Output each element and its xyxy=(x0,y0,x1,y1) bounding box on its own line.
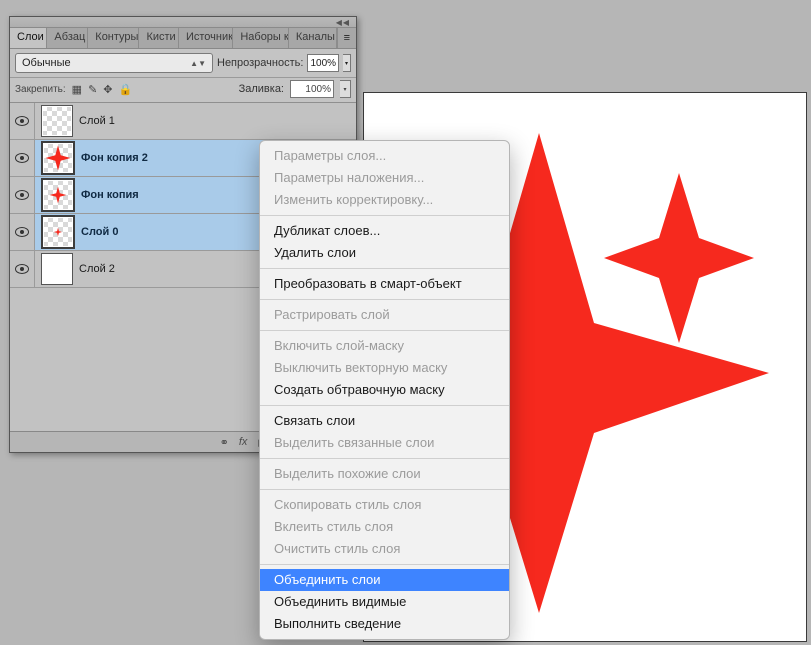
tab-источник[interactable]: Источник xyxy=(179,28,233,48)
opacity-flyout-icon[interactable]: ▾ xyxy=(343,54,351,72)
layer-thumbnail[interactable] xyxy=(41,178,75,212)
menu-separator xyxy=(260,564,509,565)
menu-item: Очистить стиль слоя xyxy=(260,538,509,560)
layer-thumbnail[interactable] xyxy=(41,215,75,249)
fill-label: Заливка: xyxy=(239,83,284,95)
visibility-toggle[interactable] xyxy=(10,251,35,287)
tab-контуры[interactable]: Контуры xyxy=(88,28,139,48)
menu-item[interactable]: Создать обтравочную маску xyxy=(260,379,509,401)
link-layers-icon[interactable]: ⚭ xyxy=(220,436,229,449)
visibility-toggle[interactable] xyxy=(10,140,35,176)
fill-input[interactable]: 100% xyxy=(290,80,334,98)
collapse-icon[interactable]: ◀◀ xyxy=(336,18,350,27)
layer-row[interactable]: Слой 1 xyxy=(10,103,356,140)
lock-all-icon[interactable]: 🔒 xyxy=(119,83,133,96)
panel-tabs: СлоиАбзацКонтурыКистиИсточникНаборы кКан… xyxy=(10,28,356,49)
menu-separator xyxy=(260,330,509,331)
artwork-small-star xyxy=(604,173,754,343)
menu-item: Растрировать слой xyxy=(260,304,509,326)
chevron-up-down-icon: ▲▼ xyxy=(190,59,206,68)
opacity-label: Непрозрачность: xyxy=(217,57,303,69)
blend-mode-select[interactable]: Обычные ▲▼ xyxy=(15,53,213,73)
layer-name[interactable]: Фон копия 2 xyxy=(81,152,148,164)
menu-item[interactable]: Преобразовать в смарт-объект xyxy=(260,273,509,295)
menu-separator xyxy=(260,405,509,406)
menu-item[interactable]: Объединить слои xyxy=(260,569,509,591)
menu-item: Выделить связанные слои xyxy=(260,432,509,454)
menu-item: Вклеить стиль слоя xyxy=(260,516,509,538)
lock-position-icon[interactable]: ✥ xyxy=(103,83,112,96)
menu-item: Скопировать стиль слоя xyxy=(260,494,509,516)
layer-thumbnail[interactable] xyxy=(41,253,73,285)
menu-separator xyxy=(260,458,509,459)
layer-name[interactable]: Слой 1 xyxy=(79,115,115,127)
fill-flyout-icon[interactable]: ▾ xyxy=(340,80,351,98)
layer-context-menu: Параметры слоя...Параметры наложения...И… xyxy=(259,140,510,640)
menu-item[interactable]: Дубликат слоев... xyxy=(260,220,509,242)
menu-item[interactable]: Выполнить сведение xyxy=(260,613,509,635)
opacity-input[interactable]: 100% xyxy=(307,54,339,72)
lock-transparency-icon[interactable]: ▦ xyxy=(72,83,82,96)
lock-pixels-icon[interactable]: ✎ xyxy=(88,83,97,96)
tab-кисти[interactable]: Кисти xyxy=(139,28,179,48)
tab-абзац[interactable]: Абзац xyxy=(47,28,88,48)
menu-item: Изменить корректировку... xyxy=(260,189,509,211)
menu-item[interactable]: Удалить слои xyxy=(260,242,509,264)
layer-thumbnail[interactable] xyxy=(41,105,73,137)
menu-separator xyxy=(260,268,509,269)
layer-name[interactable]: Слой 0 xyxy=(81,226,118,238)
menu-item: Включить слой-маску xyxy=(260,335,509,357)
fx-icon[interactable]: fx xyxy=(239,436,248,448)
blend-opacity-row: Обычные ▲▼ Непрозрачность: 100% ▾ xyxy=(10,49,356,78)
menu-separator xyxy=(260,489,509,490)
visibility-toggle[interactable] xyxy=(10,177,35,213)
panel-titlebar[interactable]: ◀◀ xyxy=(10,17,356,28)
layer-name[interactable]: Слой 2 xyxy=(79,263,115,275)
menu-item[interactable]: Связать слои xyxy=(260,410,509,432)
tab-каналы[interactable]: Каналы xyxy=(289,28,337,48)
lock-label: Закрепить: xyxy=(15,84,66,95)
visibility-toggle[interactable] xyxy=(10,103,35,139)
blend-mode-value: Обычные xyxy=(22,57,71,69)
tab-слои[interactable]: Слои xyxy=(10,28,47,48)
lock-icons: ▦ ✎ ✥ 🔒 xyxy=(72,83,133,96)
menu-item: Выделить похожие слои xyxy=(260,463,509,485)
menu-separator xyxy=(260,215,509,216)
layer-thumbnail[interactable] xyxy=(41,141,75,175)
panel-menu-icon[interactable]: ≡ xyxy=(337,28,356,48)
menu-item: Выключить векторную маску xyxy=(260,357,509,379)
lock-fill-row: Закрепить: ▦ ✎ ✥ 🔒 Заливка: 100% ▾ xyxy=(10,78,356,103)
visibility-toggle[interactable] xyxy=(10,214,35,250)
menu-item[interactable]: Объединить видимые xyxy=(260,591,509,613)
layer-name[interactable]: Фон копия xyxy=(81,189,139,201)
menu-item: Параметры слоя... xyxy=(260,145,509,167)
tab-наборы к[interactable]: Наборы к xyxy=(233,28,289,48)
menu-separator xyxy=(260,299,509,300)
menu-item: Параметры наложения... xyxy=(260,167,509,189)
